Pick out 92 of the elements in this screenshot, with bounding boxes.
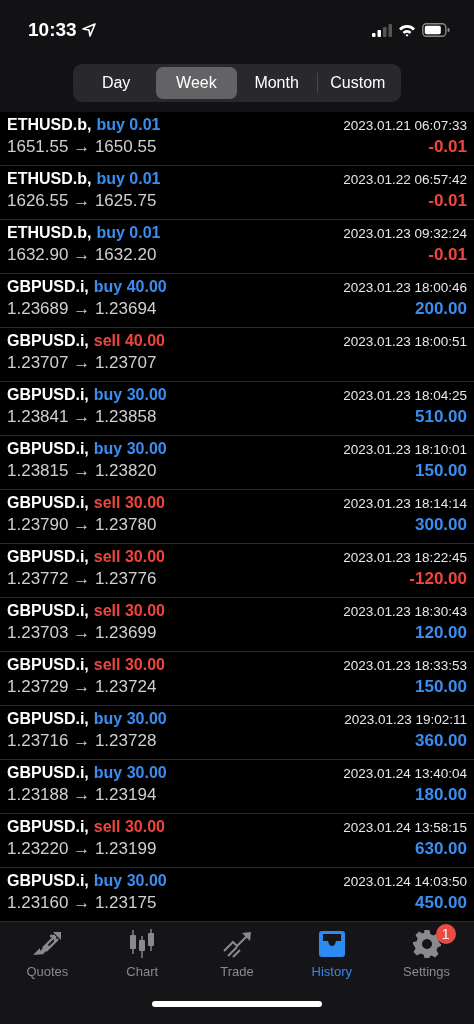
inbox-icon bbox=[316, 929, 347, 959]
order-type: sell 30.00 bbox=[93, 602, 165, 620]
profit-value: 150.00 bbox=[415, 461, 467, 481]
period-tab[interactable]: Month bbox=[236, 67, 317, 99]
arrows-icon bbox=[31, 930, 64, 958]
order-type: sell 30.00 bbox=[93, 656, 165, 674]
order-type: buy 30.00 bbox=[93, 386, 167, 404]
order-type: buy 30.00 bbox=[93, 872, 167, 890]
deal-time: 2023.01.23 19:02:11 bbox=[344, 712, 467, 727]
profit-value: -120.00 bbox=[409, 569, 467, 589]
location-arrow-icon bbox=[81, 23, 96, 37]
profit-value: 450.00 bbox=[415, 893, 467, 913]
price-change: 1.23689 → 1.23694 bbox=[7, 299, 157, 319]
profit-value: 630.00 bbox=[415, 839, 467, 859]
deal-time: 2023.01.23 18:00:46 bbox=[343, 280, 467, 295]
tab-bar-item[interactable]: Trade bbox=[189, 928, 285, 992]
order-type: buy 0.01 bbox=[96, 116, 161, 134]
price-change: 1.23815 → 1.23820 bbox=[7, 461, 157, 481]
notification-badge: 1 bbox=[435, 924, 456, 944]
tab-bar-item[interactable]: Chart bbox=[94, 928, 190, 992]
deal-time: 2023.01.23 18:30:43 bbox=[343, 604, 467, 619]
symbol-name: ETHUSD.b, bbox=[7, 224, 92, 242]
profit-value: 300.00 bbox=[415, 515, 467, 535]
symbol-name: GBPUSD.i, bbox=[7, 386, 89, 404]
symbol-name: GBPUSD.i, bbox=[7, 764, 89, 782]
deal-time: 2023.01.24 14:03:50 bbox=[343, 874, 467, 889]
trend-arrow-icon bbox=[221, 929, 253, 959]
price-change: 1.23772 → 1.23776 bbox=[7, 569, 157, 589]
price-change: 1.23841 → 1.23858 bbox=[7, 407, 157, 427]
order-type: buy 40.00 bbox=[93, 278, 167, 296]
deal-time: 2023.01.24 13:40:04 bbox=[343, 766, 467, 781]
symbol-name: GBPUSD.i, bbox=[7, 278, 89, 296]
settings-icon bbox=[411, 929, 442, 959]
deal-time: 2023.01.23 18:10:01 bbox=[343, 442, 467, 457]
period-tab[interactable]: Custom bbox=[317, 67, 398, 99]
clock-time: 10:33 bbox=[28, 19, 77, 41]
price-change: 1.23703 → 1.23699 bbox=[7, 623, 157, 643]
price-change: 1.23188 → 1.23194 bbox=[7, 785, 157, 805]
symbol-name: GBPUSD.i, bbox=[7, 602, 89, 620]
period-tab[interactable]: Day bbox=[76, 67, 157, 99]
order-type: buy 30.00 bbox=[93, 764, 167, 782]
price-change: 1.23729 → 1.23724 bbox=[7, 677, 157, 697]
price-change: 1.23707 → 1.23707 bbox=[7, 353, 157, 373]
order-type: sell 30.00 bbox=[93, 494, 165, 512]
symbol-name: GBPUSD.i, bbox=[7, 656, 89, 674]
symbol-name: ETHUSD.b, bbox=[7, 170, 92, 188]
profit-value: 120.00 bbox=[415, 623, 467, 643]
price-change: 1.23160 → 1.23175 bbox=[7, 893, 157, 913]
battery-icon bbox=[422, 23, 450, 37]
price-change: 1632.90 → 1632.20 bbox=[7, 245, 157, 265]
tab-bar-item[interactable]: Quotes bbox=[0, 928, 95, 992]
price-change: 1651.55 → 1650.55 bbox=[7, 137, 157, 157]
profit-value: -0.01 bbox=[428, 137, 467, 157]
symbol-name: GBPUSD.i, bbox=[7, 440, 89, 458]
symbol-name: GBPUSD.i, bbox=[7, 818, 89, 836]
order-type: sell 40.00 bbox=[93, 332, 165, 350]
symbol-name: ETHUSD.b, bbox=[7, 116, 92, 134]
profit-value: -0.01 bbox=[428, 191, 467, 211]
deal-time: 2023.01.23 09:32:24 bbox=[343, 226, 467, 241]
symbol-name: GBPUSD.i, bbox=[7, 548, 89, 566]
tab-bar-item[interactable]: History bbox=[284, 928, 380, 992]
order-type: buy 30.00 bbox=[93, 710, 167, 728]
profit-value: 360.00 bbox=[415, 731, 467, 751]
order-type: sell 30.00 bbox=[93, 818, 165, 836]
deal-time: 2023.01.23 18:04:25 bbox=[343, 388, 467, 403]
price-change: 1.23716 → 1.23728 bbox=[7, 731, 157, 751]
deal-time: 2023.01.23 18:00:51 bbox=[343, 334, 467, 349]
deal-time: 2023.01.23 18:33:53 bbox=[343, 658, 467, 673]
profit-value: 200.00 bbox=[415, 299, 467, 319]
order-type: buy 30.00 bbox=[93, 440, 167, 458]
deal-time: 2023.01.21 06:07:33 bbox=[343, 118, 467, 133]
price-change: 1626.55 → 1625.75 bbox=[7, 191, 157, 211]
order-type: sell 30.00 bbox=[93, 548, 165, 566]
price-change: 1.23220 → 1.23199 bbox=[7, 839, 157, 859]
profit-value: -0.01 bbox=[428, 245, 467, 265]
price-change: 1.23790 → 1.23780 bbox=[7, 515, 157, 535]
deal-time: 2023.01.24 13:58:15 bbox=[343, 820, 467, 835]
deal-time: 2023.01.22 06:57:42 bbox=[343, 172, 467, 187]
symbol-name: GBPUSD.i, bbox=[7, 494, 89, 512]
symbol-name: GBPUSD.i, bbox=[7, 332, 89, 350]
profit-value: 180.00 bbox=[415, 785, 467, 805]
profit-value: 150.00 bbox=[415, 677, 467, 697]
order-type: buy 0.01 bbox=[96, 224, 161, 242]
deal-time: 2023.01.23 18:14:14 bbox=[343, 496, 467, 511]
symbol-name: GBPUSD.i, bbox=[7, 872, 89, 890]
order-type: buy 0.01 bbox=[96, 170, 161, 188]
deal-time: 2023.01.23 18:22:45 bbox=[343, 550, 467, 565]
period-tab[interactable]: Week bbox=[156, 67, 237, 99]
profit-value: 510.00 bbox=[415, 407, 467, 427]
signal-icon bbox=[372, 23, 392, 37]
wifi-icon bbox=[398, 23, 416, 37]
symbol-name: GBPUSD.i, bbox=[7, 710, 89, 728]
